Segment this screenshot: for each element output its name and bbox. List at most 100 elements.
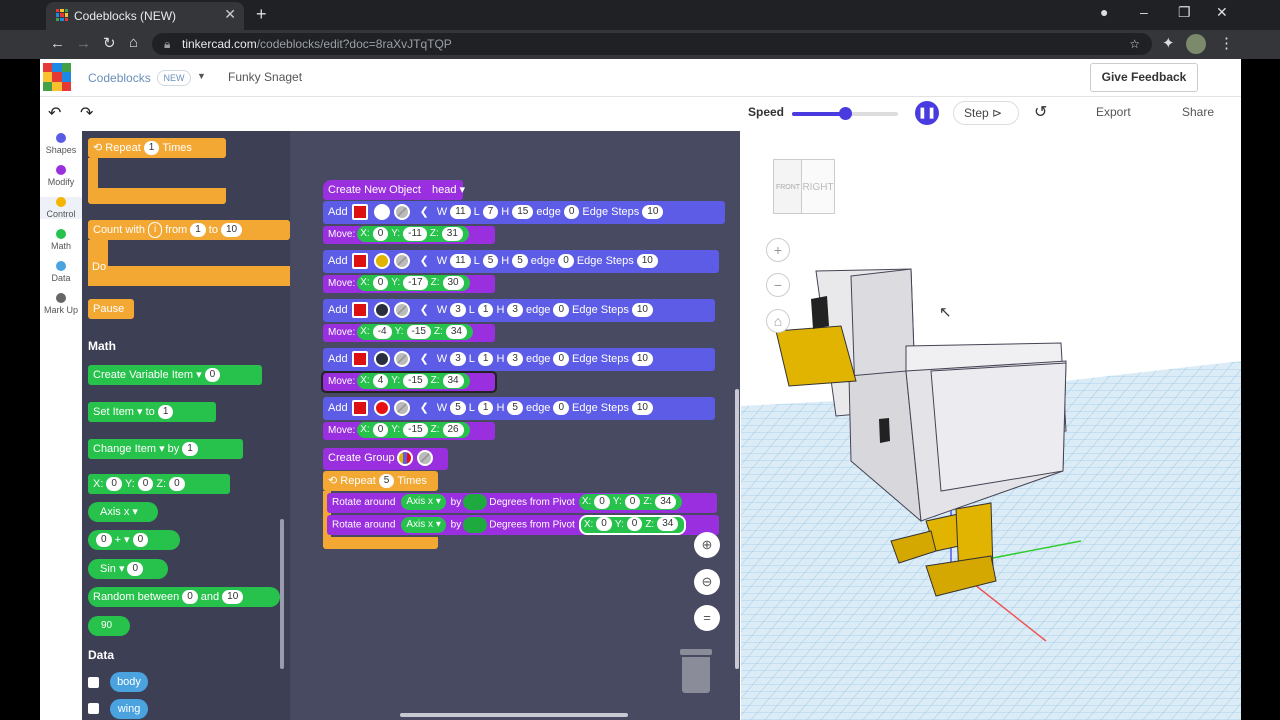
hole-icon[interactable] — [393, 253, 410, 270]
set-variable-block[interactable]: Set Item ▾ to 1 — [88, 402, 216, 422]
rotate-block[interactable]: Rotate around Axis x ▾ by Degrees from Pi… — [327, 515, 719, 535]
block-value[interactable]: -4 — [372, 324, 392, 339]
block-value[interactable]: 0 — [137, 477, 154, 492]
create-variable-block[interactable]: Create Variable Item ▾ 0 — [88, 365, 262, 385]
zoom-in-icon[interactable]: ⊕ — [694, 532, 720, 558]
chevron-left-icon[interactable]: ❮ — [420, 206, 429, 218]
block-value[interactable]: 1 — [157, 405, 174, 420]
add-shape-block[interactable]: Add ❮ W 11 L 7 H 15 edge 0 Edge Steps 10 — [323, 201, 725, 224]
axis-block[interactable]: Axis x ▾ — [88, 502, 158, 522]
block-value[interactable]: i — [147, 222, 163, 239]
avatar[interactable] — [1186, 34, 1206, 54]
color-swatch[interactable] — [373, 204, 390, 221]
zoom-out-icon[interactable]: ⊖ — [694, 569, 720, 595]
menu-icon[interactable]: ⋮ — [1219, 34, 1234, 52]
block-value[interactable]: -15 — [406, 324, 431, 339]
block-value[interactable]: 4 — [372, 373, 389, 388]
block-value[interactable]: 1 — [143, 141, 160, 156]
category-markup[interactable]: Mark Up — [40, 293, 82, 315]
chevron-left-icon[interactable]: ❮ — [420, 402, 429, 414]
block-value[interactable]: 1 — [190, 223, 206, 238]
add-shape-block[interactable]: Add ❮ W 3 L 1 H 3 edge 0 Edge Steps 10 — [323, 299, 715, 322]
xyz-field[interactable]: X: 4 Y: -15 Z: 34 — [357, 373, 470, 390]
move-block[interactable]: Move: X: 0 Y: -15 Z: 26 — [323, 422, 495, 440]
block-value[interactable]: 0 — [372, 422, 389, 437]
view-zoom-in-icon[interactable]: + — [766, 238, 790, 262]
block-value[interactable]: 10 — [636, 254, 658, 269]
step-button[interactable]: Step ⊳ — [953, 101, 1019, 125]
block-value[interactable]: 0 — [204, 368, 221, 383]
block-value[interactable]: 10 — [220, 223, 243, 238]
block-value[interactable]: 10 — [631, 303, 653, 318]
degrees-input[interactable] — [463, 494, 488, 511]
sin-block[interactable]: Sin ▾ 0 — [88, 559, 168, 579]
move-block[interactable]: Move: X: 0 Y: -11 Z: 31 — [323, 226, 495, 244]
block-value[interactable]: -17 — [403, 275, 428, 290]
view-home-icon[interactable]: ⌂ — [766, 309, 790, 333]
block-value[interactable]: 11 — [450, 205, 471, 220]
variable-body[interactable]: body — [110, 672, 148, 692]
block-value[interactable]: 1 — [182, 442, 198, 457]
variable-dropdown[interactable]: Item — [135, 443, 156, 455]
browser-tab[interactable]: Codeblocks (NEW) ✕ — [46, 2, 244, 30]
block-value[interactable]: 26 — [442, 422, 464, 437]
block-value[interactable]: 0 — [106, 477, 122, 492]
block-value[interactable]: -15 — [403, 373, 428, 388]
pivot-xyz-field[interactable]: X: 0 Y: 0 Z: 34 — [578, 515, 687, 535]
move-block[interactable]: Move: X: 4 Y: -15 Z: 34 — [321, 371, 497, 393]
reload-icon[interactable]: ↻ — [103, 34, 116, 52]
color-swatch[interactable] — [373, 351, 390, 368]
chevron-down-icon[interactable]: ▼ — [197, 71, 206, 81]
number-block[interactable]: 90 — [88, 616, 130, 636]
give-feedback-button[interactable]: Give Feedback — [1090, 63, 1198, 92]
box-shape-icon[interactable] — [351, 351, 368, 368]
box-shape-icon[interactable] — [351, 253, 368, 270]
block-value[interactable]: 7 — [482, 205, 499, 220]
color-swatch[interactable] — [373, 400, 390, 417]
category-math[interactable]: Math — [40, 229, 82, 251]
new-tab-icon[interactable]: + — [256, 4, 267, 25]
add-shape-block[interactable]: Add ❮ W 11 L 5 H 5 edge 0 Edge Steps 10 — [323, 250, 719, 273]
block-value[interactable]: 5 — [450, 401, 466, 416]
block-value[interactable]: 90 — [96, 619, 118, 634]
3d-viewport[interactable]: FRONT RIGHT + − ⌂ ↖ — [741, 131, 1241, 720]
move-block[interactable]: Move: X: -4 Y: -15 Z: 34 — [323, 324, 495, 342]
profile-dot-icon[interactable]: ● — [1100, 4, 1108, 20]
block-value[interactable]: 0 — [127, 562, 144, 577]
block-value[interactable]: 30 — [442, 275, 464, 290]
variable-checkbox[interactable] — [88, 703, 99, 714]
block-value[interactable]: 0 — [553, 401, 569, 416]
export-button[interactable]: Export — [1096, 105, 1131, 119]
trash-icon[interactable] — [680, 649, 712, 693]
rotate-block[interactable]: Rotate around Axis x ▾ by Degrees from Pi… — [327, 493, 717, 513]
category-modify[interactable]: Modify — [40, 165, 82, 187]
redo-icon[interactable]: ↷ — [80, 103, 93, 123]
zoom-reset-icon[interactable]: = — [694, 605, 720, 631]
block-value[interactable]: 1 — [477, 401, 494, 416]
count-with-block[interactable]: Count with i from 1 to 10 — [88, 220, 290, 240]
variable-wing[interactable]: wing — [110, 699, 148, 719]
box-shape-icon[interactable] — [351, 302, 368, 319]
forward-icon[interactable]: → — [76, 35, 91, 52]
category-shapes[interactable]: Shapes — [40, 133, 82, 155]
home-icon[interactable]: ⌂ — [129, 34, 138, 51]
add-shape-block[interactable]: Add ❮ W 3 L 1 H 3 edge 0 Edge Steps 10 — [323, 348, 715, 371]
color-swatch[interactable] — [373, 253, 390, 270]
category-data[interactable]: Data — [40, 261, 82, 283]
extensions-icon[interactable]: ✦ — [1162, 34, 1175, 52]
speed-slider-knob[interactable] — [839, 107, 852, 120]
address-bar[interactable]: 🔒︎ tinkercad.com/codeblocks/edit?doc=8raX… — [152, 33, 1152, 55]
block-value[interactable]: 3 — [507, 352, 523, 367]
hole-icon[interactable] — [393, 400, 410, 417]
xyz-block[interactable]: X: 0 Y: 0 Z: 0 — [88, 474, 230, 494]
block-value[interactable]: 0 — [596, 517, 612, 532]
speed-slider[interactable] — [792, 107, 898, 120]
undo-icon[interactable]: ↶ — [48, 103, 61, 123]
block-value[interactable]: 34 — [442, 373, 464, 388]
app-name[interactable]: Codeblocks — [88, 71, 151, 85]
pause-block[interactable]: Pause — [88, 299, 134, 319]
doc-name[interactable]: Funky Snaget — [228, 70, 302, 84]
block-value[interactable]: 10 — [631, 401, 653, 416]
close-tab-icon[interactable]: ✕ — [224, 6, 236, 23]
random-between-block[interactable]: Random between 0 and 10 — [88, 587, 280, 607]
